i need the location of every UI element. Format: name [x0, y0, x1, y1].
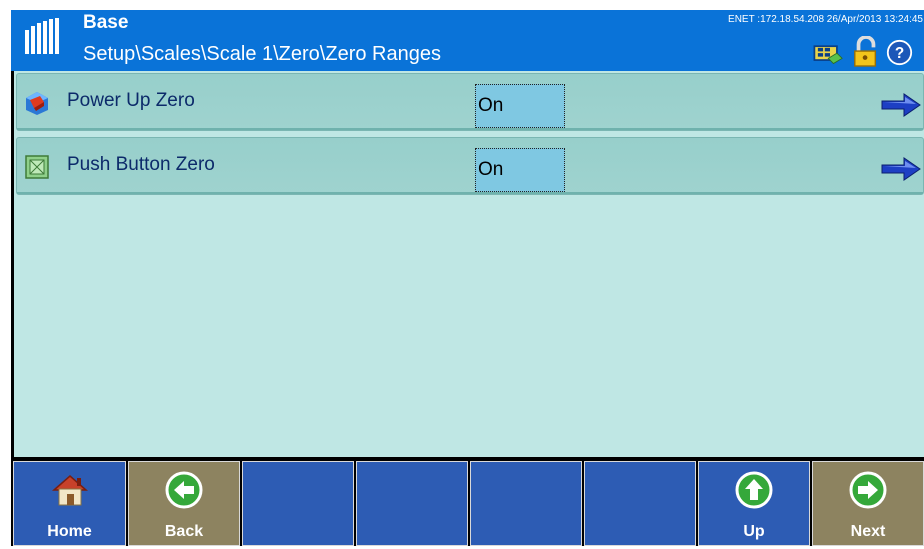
softkey-bar: Home Back Up Next — [11, 459, 924, 546]
help-icon[interactable]: ? — [886, 39, 913, 66]
home-button[interactable]: Home — [13, 461, 126, 546]
up-label: Up — [743, 523, 765, 540]
row-label: Push Button Zero — [67, 154, 215, 175]
breadcrumb: Setup\Scales\Scale 1\Zero\Zero Ranges — [83, 43, 441, 65]
back-button[interactable]: Back — [128, 461, 240, 546]
softkey-empty-3[interactable] — [470, 461, 582, 546]
next-arrow-icon — [849, 471, 887, 509]
header-bar: Base Setup\Scales\Scale 1\Zero\Zero Rang… — [11, 10, 924, 71]
status-text: ENET :172.18.54.208 26/Apr/2013 13:24:45 — [728, 14, 923, 25]
softkey-empty-1[interactable] — [242, 461, 354, 546]
svg-text:?: ? — [895, 45, 904, 62]
value-field[interactable]: On — [475, 84, 565, 128]
value-field[interactable]: On — [475, 148, 565, 192]
row-value: On — [478, 159, 504, 180]
arrow-right-icon[interactable] — [880, 156, 922, 182]
home-label: Home — [47, 523, 92, 540]
scale-logo-icon — [25, 18, 59, 54]
list-item-push-button-zero[interactable]: Push Button Zero On — [16, 137, 924, 195]
back-label: Back — [164, 523, 204, 540]
up-arrow-icon — [735, 471, 773, 509]
home-icon — [51, 475, 88, 506]
row-divider — [17, 192, 923, 194]
softkey-empty-4[interactable] — [584, 461, 696, 546]
list-item-power-up-zero[interactable]: Power Up Zero On — [16, 73, 924, 131]
arrow-right-icon[interactable] — [880, 92, 922, 118]
push-button-zero-icon — [25, 155, 49, 179]
lock-icon — [854, 36, 877, 67]
next-label: Next — [850, 523, 886, 540]
network-icon — [813, 45, 843, 65]
app-title: Base — [83, 12, 129, 33]
row-label: Power Up Zero — [67, 90, 195, 111]
screen: Base Setup\Scales\Scale 1\Zero\Zero Rang… — [0, 0, 924, 549]
softkey-empty-2[interactable] — [356, 461, 468, 546]
row-divider — [17, 128, 923, 130]
back-arrow-icon — [165, 471, 203, 509]
next-button[interactable]: Next — [812, 461, 924, 546]
row-value: On — [478, 95, 504, 116]
up-button[interactable]: Up — [698, 461, 810, 546]
power-up-zero-icon — [26, 92, 48, 115]
header-icons: ? — [808, 35, 918, 69]
content-area: Power Up Zero On Push Button Zero On — [14, 71, 924, 457]
